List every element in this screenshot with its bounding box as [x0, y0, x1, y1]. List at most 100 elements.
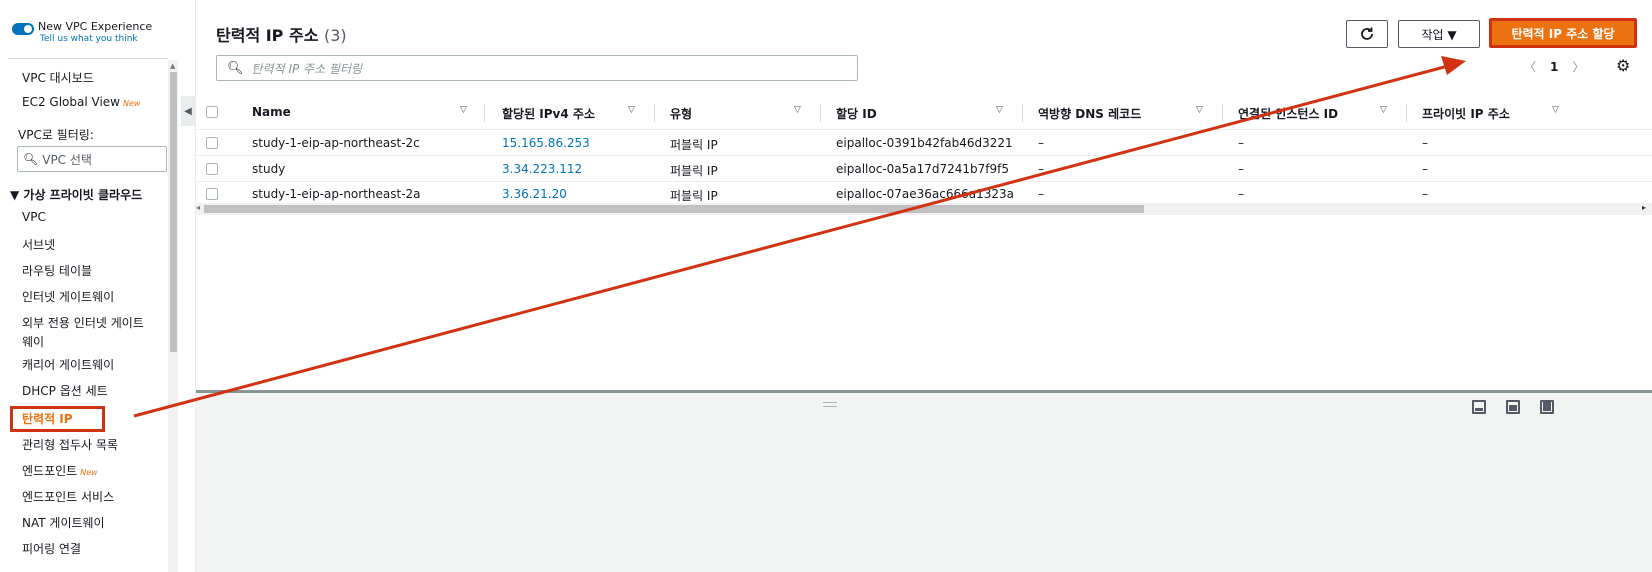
- sidebar-item-vpc[interactable]: VPC: [22, 210, 46, 224]
- table-header: Name ▽ 할당된 IPv4 주소 ▽ 유형 ▽ 할당 ID ▽ 역방향 DN…: [196, 96, 1652, 130]
- horizontal-scrollbar[interactable]: ◂ ▸: [196, 203, 1652, 215]
- sidebar-item-elastic-ips[interactable]: 탄력적 IP: [22, 410, 73, 427]
- column-header-private-ip[interactable]: 프라이빗 IP 주소: [1422, 105, 1510, 122]
- sort-icon[interactable]: ▽: [1552, 105, 1559, 115]
- new-badge: New: [80, 468, 98, 477]
- sidebar-item-carrier-gateways[interactable]: 캐리어 게이트웨이: [22, 356, 114, 373]
- refresh-icon: [1361, 27, 1373, 40]
- column-header-name[interactable]: Name: [252, 105, 291, 119]
- table-container: 탄력적 IP 주소 (3) 작업 ▼ 탄력적 IP 주소 할당 🔍︎ 탄력적 I…: [196, 0, 1652, 390]
- scroll-left-icon[interactable]: ◂: [196, 203, 200, 212]
- column-header-instance-id[interactable]: 연결된 인스턴스 ID: [1238, 105, 1338, 122]
- column-separator[interactable]: [1022, 104, 1023, 122]
- column-header-type[interactable]: 유형: [670, 105, 692, 122]
- column-separator[interactable]: [654, 104, 655, 122]
- sidebar-item-ec2-global-view[interactable]: EC2 Global View New: [22, 95, 140, 109]
- app-root: New VPC Experience Tell us what you thin…: [0, 0, 1652, 572]
- cell-name: study-1-eip-ap-northeast-2c: [252, 136, 420, 150]
- refresh-button[interactable]: [1346, 20, 1388, 48]
- column-separator[interactable]: [820, 104, 821, 122]
- cell-instance-id: –: [1238, 162, 1244, 176]
- column-separator[interactable]: [1222, 104, 1223, 122]
- row-checkbox[interactable]: [206, 188, 218, 200]
- sidebar-item-managed-prefix-lists[interactable]: 관리형 접두사 목록: [22, 436, 118, 453]
- sort-icon[interactable]: ▽: [996, 105, 1003, 115]
- actions-dropdown[interactable]: 작업 ▼: [1398, 20, 1480, 48]
- cell-reverse-dns: –: [1038, 136, 1044, 150]
- cell-reverse-dns: –: [1038, 162, 1044, 176]
- sidebar-scrollbar-thumb[interactable]: [170, 72, 177, 352]
- cell-type: 퍼블릭 IP: [670, 189, 718, 203]
- sidebar-item-subnets[interactable]: 서브넷: [22, 236, 55, 253]
- sort-icon[interactable]: ▽: [628, 105, 635, 115]
- panel-layout-small-icon[interactable]: [1472, 400, 1486, 414]
- cell-ipv4-link[interactable]: 3.36.21.20: [502, 187, 567, 201]
- column-header-allocation-id[interactable]: 할당 ID: [836, 105, 877, 122]
- search-icon: 🔍︎: [227, 60, 244, 76]
- cell-private-ip: –: [1422, 136, 1428, 150]
- new-vpc-experience[interactable]: New VPC Experience Tell us what you thin…: [12, 20, 152, 44]
- next-page-icon[interactable]: 〉: [1572, 58, 1584, 75]
- panel-layout-medium-icon[interactable]: [1506, 400, 1520, 414]
- cell-instance-id: –: [1238, 136, 1244, 150]
- sort-icon[interactable]: ▽: [460, 105, 467, 115]
- row-checkbox[interactable]: [206, 163, 218, 175]
- cell-instance-id: –: [1238, 187, 1244, 201]
- sidebar-item-endpoints[interactable]: 엔드포인트 New: [22, 462, 98, 479]
- scroll-right-icon[interactable]: ▸: [1642, 203, 1646, 212]
- select-all-checkbox[interactable]: [206, 106, 218, 118]
- cell-type: 퍼블릭 IP: [670, 138, 718, 152]
- sidebar-item-route-tables[interactable]: 라우팅 테이블: [22, 262, 92, 279]
- cell-name: study: [252, 162, 286, 176]
- search-icon: 🔍︎: [23, 152, 39, 166]
- filter-placeholder: 탄력적 IP 주소 필터링: [251, 61, 363, 76]
- sidebar-item-nat-gateways[interactable]: NAT 게이트웨이: [22, 514, 105, 531]
- table-row[interactable]: study 3.34.223.112 퍼블릭 IP eipalloc-0a5a1…: [196, 157, 1652, 182]
- toggle-icon[interactable]: [12, 23, 34, 35]
- cell-type: 퍼블릭 IP: [670, 164, 718, 178]
- panel-layout-large-icon[interactable]: [1540, 400, 1554, 414]
- vpc-experience-feedback-link[interactable]: Tell us what you think: [40, 34, 152, 44]
- prev-page-icon[interactable]: 〈: [1524, 58, 1536, 75]
- filter-input[interactable]: 🔍︎ 탄력적 IP 주소 필터링: [216, 55, 858, 81]
- cell-ipv4-link[interactable]: 15.165.86.253: [502, 136, 590, 150]
- sidebar-item-peering-connections[interactable]: 피어링 연결: [22, 540, 81, 557]
- cell-ipv4-link[interactable]: 3.34.223.112: [502, 162, 582, 176]
- vpc-select[interactable]: 🔍︎ VPC 선택: [17, 146, 167, 172]
- sidebar-section-virtual-private-cloud[interactable]: ▼ 가상 프라이빗 클라우드: [10, 186, 142, 203]
- column-header-ipv4[interactable]: 할당된 IPv4 주소: [502, 105, 595, 122]
- column-separator[interactable]: [484, 104, 485, 122]
- allocate-elastic-ip-button[interactable]: 탄력적 IP 주소 할당: [1489, 18, 1637, 48]
- cell-name: study-1-eip-ap-northeast-2a: [252, 187, 421, 201]
- new-badge: New: [122, 99, 141, 108]
- cell-reverse-dns: –: [1038, 187, 1044, 201]
- cell-private-ip: –: [1422, 162, 1428, 176]
- vpc-select-placeholder: VPC 선택: [42, 152, 92, 167]
- sidebar-item-egress-only-igw[interactable]: 외부 전용 인터넷 게이트 웨이: [22, 314, 144, 350]
- horizontal-scrollbar-thumb[interactable]: [204, 205, 1144, 213]
- cell-allocation-id: eipalloc-0a5a17d7241b7f9f5: [836, 162, 1009, 176]
- chevron-left-icon: ◀: [184, 105, 192, 117]
- column-separator[interactable]: [1406, 104, 1407, 122]
- page-number[interactable]: 1: [1550, 60, 1558, 74]
- sidebar-item-vpc-dashboard[interactable]: VPC 대시보드: [22, 69, 94, 86]
- collapse-sidebar-button[interactable]: ◀: [181, 96, 195, 126]
- table-row[interactable]: study-1-eip-ap-northeast-2c 15.165.86.25…: [196, 131, 1652, 156]
- cell-allocation-id: eipalloc-0391b42fab46d3221: [836, 136, 1013, 150]
- drag-handle-icon[interactable]: [823, 402, 837, 407]
- column-header-reverse-dns[interactable]: 역방향 DNS 레코드: [1038, 105, 1141, 122]
- sort-icon[interactable]: ▽: [794, 105, 801, 115]
- sidebar: New VPC Experience Tell us what you thin…: [0, 0, 180, 572]
- sidebar-item-internet-gateways[interactable]: 인터넷 게이트웨이: [22, 288, 114, 305]
- item-count: (3): [324, 26, 347, 45]
- sidebar-item-dhcp-options[interactable]: DHCP 옵션 세트: [22, 382, 108, 399]
- sort-icon[interactable]: ▽: [1380, 105, 1387, 115]
- vpc-experience-title: New VPC Experience: [38, 20, 153, 33]
- sidebar-item-endpoint-services[interactable]: 엔드포인트 서비스: [22, 488, 114, 505]
- scroll-up-icon[interactable]: ▲: [170, 62, 175, 70]
- sort-icon[interactable]: ▽: [1196, 105, 1203, 115]
- row-checkbox[interactable]: [206, 137, 218, 149]
- split-panel-divider[interactable]: [196, 390, 1652, 393]
- cell-allocation-id: eipalloc-07ae36ac666a1323a: [836, 187, 1015, 201]
- gear-icon[interactable]: ⚙: [1616, 56, 1630, 75]
